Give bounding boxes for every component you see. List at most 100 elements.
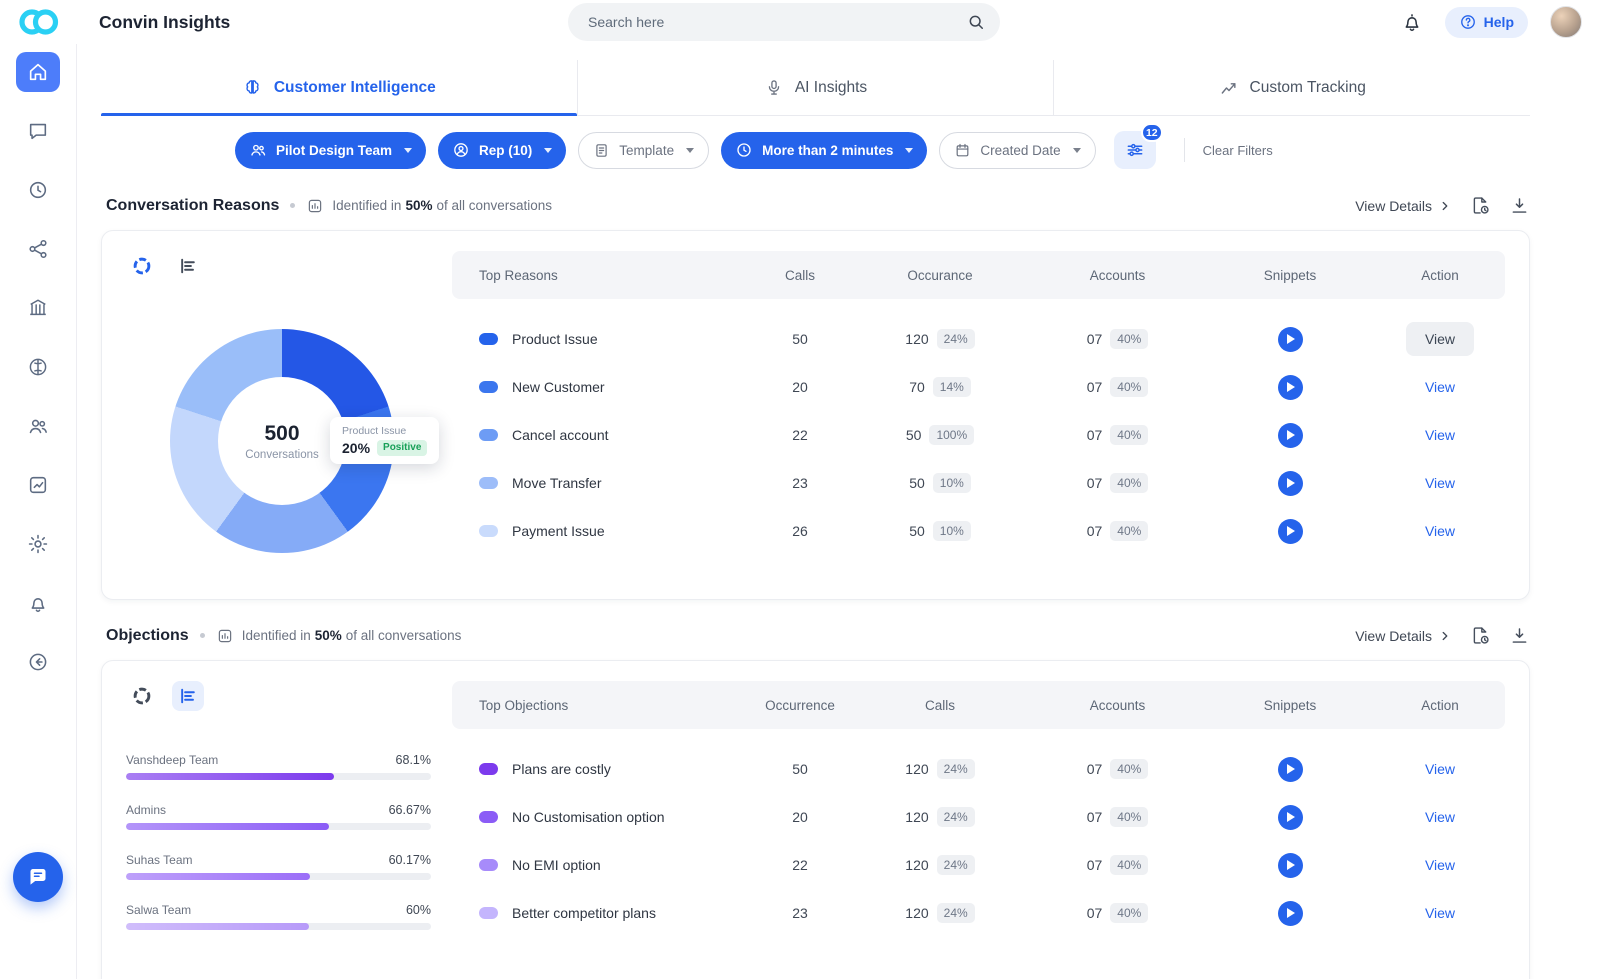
bar-label: Salwa Team: [126, 903, 191, 917]
accounts-value: 07: [1087, 905, 1103, 921]
search-input[interactable]: [588, 14, 966, 30]
play-snippet-button[interactable]: [1278, 423, 1303, 448]
sidebar-item-analytics[interactable]: [16, 465, 60, 505]
user-avatar[interactable]: [1550, 6, 1582, 38]
view-link[interactable]: View: [1425, 475, 1455, 491]
bar-value: 60%: [406, 903, 431, 917]
bar-label: Admins: [126, 803, 166, 817]
view-link[interactable]: View: [1425, 761, 1455, 777]
download-icon[interactable]: [1509, 195, 1530, 216]
scheduled-report-icon[interactable]: [1470, 625, 1491, 646]
sidebar-item-settings[interactable]: [16, 524, 60, 564]
sliders-icon: [1125, 140, 1145, 160]
live-chat-button[interactable]: [13, 852, 63, 902]
play-snippet-button[interactable]: [1278, 375, 1303, 400]
view-link[interactable]: View: [1425, 523, 1455, 539]
page-title: Convin Insights: [99, 12, 230, 33]
sidebar-item-ai-insights[interactable]: [16, 347, 60, 387]
chevron-down-icon: [404, 148, 412, 153]
calendar-icon: [954, 142, 971, 159]
tab-customer-intelligence[interactable]: Customer Intelligence: [101, 60, 577, 115]
bar-track: [126, 823, 431, 830]
bar-chart-icon: [178, 256, 198, 276]
duration-filter-dropdown[interactable]: More than 2 minutes: [721, 132, 927, 169]
main-content: Customer Intelligence AI Insights Custom…: [77, 44, 1600, 979]
play-snippet-button[interactable]: [1278, 805, 1303, 830]
sidebar-item-home[interactable]: [16, 52, 60, 92]
sidebar-item-logout[interactable]: [16, 642, 60, 682]
view-link[interactable]: View: [1425, 857, 1455, 873]
play-snippet-button[interactable]: [1278, 327, 1303, 352]
notifications-bell-icon[interactable]: [1401, 11, 1423, 33]
play-snippet-button[interactable]: [1278, 519, 1303, 544]
search-icon[interactable]: [966, 12, 986, 32]
calls-value: 120: [905, 761, 928, 777]
share-nodes-icon: [27, 238, 49, 260]
library-icon: [27, 297, 49, 319]
search-bar[interactable]: [568, 3, 1000, 41]
series-color-dot: [479, 859, 498, 871]
col-occurance: Occurance: [850, 268, 1030, 283]
chevron-down-icon: [905, 148, 913, 153]
occurance-value: 50: [909, 475, 925, 491]
history-clock-icon: [27, 179, 49, 201]
occurance-pct-badge: 100%: [929, 425, 974, 445]
brain-icon: [242, 77, 263, 98]
rep-filter-dropdown[interactable]: Rep (10): [438, 132, 566, 169]
view-link[interactable]: View: [1425, 809, 1455, 825]
table-row: Cancel account 22 50100% 0740% View: [452, 411, 1505, 459]
occurance-pct-badge: 14%: [933, 377, 971, 397]
occurrence-value: 23: [750, 905, 850, 921]
sidebar-item-integrations[interactable]: [16, 229, 60, 269]
play-icon: [1287, 478, 1295, 488]
occurance-pct-badge: 24%: [937, 329, 975, 349]
objections-table: Top Objections Occurrence Calls Accounts…: [452, 681, 1505, 979]
view-details-link[interactable]: View Details: [1355, 198, 1452, 214]
tab-custom-tracking[interactable]: Custom Tracking: [1053, 60, 1530, 115]
dot-separator: [290, 203, 295, 208]
template-filter-dropdown[interactable]: Template: [578, 132, 709, 169]
calls-value: 50: [750, 331, 850, 347]
play-snippet-button[interactable]: [1278, 471, 1303, 496]
view-details-link[interactable]: View Details: [1355, 628, 1452, 644]
advanced-filters-button[interactable]: 12: [1114, 131, 1156, 169]
col-action: Action: [1375, 698, 1505, 713]
tab-ai-insights[interactable]: AI Insights: [577, 60, 1054, 115]
convin-logo[interactable]: [0, 4, 77, 40]
team-filter-dropdown[interactable]: Pilot Design Team: [235, 132, 426, 169]
bar-value: 68.1%: [396, 753, 431, 767]
download-icon[interactable]: [1509, 625, 1530, 646]
sidebar-item-conversations[interactable]: [16, 111, 60, 151]
bell-icon: [27, 592, 49, 614]
sidebar-item-library[interactable]: [16, 288, 60, 328]
bar-view-toggle[interactable]: [172, 251, 204, 281]
play-snippet-button[interactable]: [1278, 853, 1303, 878]
bar-view-toggle[interactable]: [172, 681, 204, 711]
table-header-row: Top Reasons Calls Occurance Accounts Sni…: [452, 251, 1505, 299]
clear-filters-button[interactable]: Clear Filters: [1184, 138, 1273, 162]
series-color-dot: [479, 763, 498, 775]
accounts-value: 07: [1087, 809, 1103, 825]
reason-label: Payment Issue: [512, 523, 605, 539]
objections-chart-panel: Vanshdeep Team68.1% Admins66.67% Suhas T…: [126, 681, 452, 979]
donut-view-toggle[interactable]: [126, 681, 158, 711]
series-color-dot: [479, 429, 498, 441]
donut-view-toggle[interactable]: [126, 251, 158, 281]
view-link[interactable]: View: [1425, 905, 1455, 921]
reason-label: Product Issue: [512, 331, 598, 347]
scheduled-report-icon[interactable]: [1470, 195, 1491, 216]
sidebar-item-notifications[interactable]: [16, 583, 60, 623]
play-snippet-button[interactable]: [1278, 901, 1303, 926]
help-button[interactable]: Help: [1445, 7, 1528, 38]
play-snippet-button[interactable]: [1278, 757, 1303, 782]
sentiment-badge: Positive: [377, 440, 427, 456]
dot-separator: [200, 633, 205, 638]
sidebar-item-history[interactable]: [16, 170, 60, 210]
view-link[interactable]: View: [1406, 322, 1474, 356]
sidebar-item-team[interactable]: [16, 406, 60, 446]
view-link[interactable]: View: [1425, 427, 1455, 443]
occurance-value: 50: [909, 523, 925, 539]
play-icon: [1287, 382, 1295, 392]
created-date-filter-dropdown[interactable]: Created Date: [939, 132, 1095, 169]
view-link[interactable]: View: [1425, 379, 1455, 395]
